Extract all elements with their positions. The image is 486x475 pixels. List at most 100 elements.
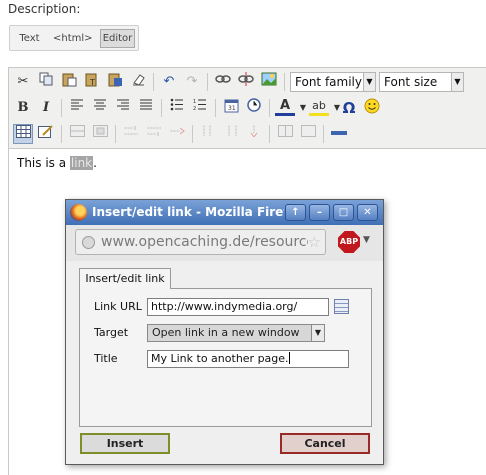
description-label: Description: bbox=[8, 2, 81, 16]
merge-cells-icon[interactable] bbox=[298, 124, 318, 144]
url-bar[interactable]: www.opencaching.de/resource ☆ bbox=[75, 229, 326, 255]
window-title: Insert/edit link - Mozilla Firefox bbox=[92, 205, 284, 219]
italic-icon[interactable]: I bbox=[36, 98, 56, 118]
redo-icon[interactable]: ↷ bbox=[182, 72, 202, 92]
font-family-select[interactable]: Font family ▼ bbox=[290, 72, 376, 92]
browse-list-icon[interactable] bbox=[334, 299, 349, 314]
numbered-list-icon[interactable]: 12 bbox=[190, 98, 210, 118]
toolbar-separator bbox=[284, 73, 285, 91]
copy-icon[interactable] bbox=[36, 72, 56, 92]
emoticon-icon[interactable] bbox=[362, 98, 382, 118]
insert-date-icon[interactable]: 31 bbox=[221, 98, 241, 118]
table-icon[interactable] bbox=[13, 124, 33, 144]
special-char-icon[interactable]: Ω bbox=[339, 98, 359, 118]
bookmark-star-icon[interactable]: ☆ bbox=[307, 233, 321, 251]
insert-link-popup-window: Insert/edit link - Mozilla Firefox ↑ – □… bbox=[65, 199, 384, 465]
title-label: Title bbox=[94, 352, 118, 365]
toolbar-separator bbox=[269, 125, 270, 143]
align-justify-icon[interactable] bbox=[136, 98, 156, 118]
toolbar-separator bbox=[207, 73, 208, 91]
toolbar-separator bbox=[153, 73, 154, 91]
highlight-color-icon[interactable]: ab bbox=[309, 97, 329, 116]
toolbar-separator bbox=[161, 99, 162, 117]
insert-time-icon[interactable] bbox=[244, 98, 264, 118]
align-left-icon[interactable] bbox=[67, 98, 87, 118]
url-text: www.opencaching.de/resource bbox=[101, 234, 316, 250]
undo-icon[interactable]: ↶ bbox=[159, 72, 179, 92]
link-properties-panel: Link URL http://www.indymedia.org/ Targe… bbox=[79, 288, 372, 427]
minimize-icon[interactable]: – bbox=[309, 204, 330, 221]
target-select[interactable]: Open link in a new window ▼ bbox=[147, 324, 325, 342]
toolbar-separator bbox=[192, 125, 193, 143]
editor-mode-toggle: Text <html> Editor bbox=[9, 25, 139, 51]
split-cells-icon[interactable] bbox=[275, 124, 295, 144]
title-input[interactable]: My Link to another page. bbox=[147, 350, 349, 368]
paste-text-icon[interactable]: T bbox=[82, 72, 102, 92]
mode-editor-button[interactable]: Editor bbox=[100, 29, 135, 48]
target-label: Target bbox=[94, 326, 129, 339]
bullet-list-icon[interactable] bbox=[167, 98, 187, 118]
svg-text:31: 31 bbox=[228, 105, 236, 112]
insert-row-before-icon[interactable] bbox=[121, 124, 141, 144]
cancel-button[interactable]: Cancel bbox=[280, 433, 370, 454]
table-row-icon[interactable] bbox=[67, 124, 87, 144]
cut-icon[interactable]: ✂ bbox=[13, 72, 33, 92]
link-url-label: Link URL bbox=[94, 300, 142, 313]
mode-html-button[interactable]: <html> bbox=[52, 29, 93, 48]
mode-text-button[interactable]: Text bbox=[15, 29, 44, 48]
paste-icon[interactable] bbox=[59, 72, 79, 92]
chevron-down-icon[interactable]: ▼ bbox=[363, 235, 370, 245]
globe-icon bbox=[82, 236, 95, 249]
insert-row-after-icon[interactable] bbox=[144, 124, 164, 144]
target-select-value: Open link in a new window bbox=[152, 326, 300, 339]
unlink-icon[interactable] bbox=[236, 72, 256, 92]
table-cell-icon[interactable] bbox=[90, 124, 110, 144]
title-input-value: My Link to another page. bbox=[151, 352, 289, 365]
delete-col-icon[interactable] bbox=[244, 124, 264, 144]
toolbar-separator bbox=[215, 99, 216, 117]
insert-button[interactable]: Insert bbox=[80, 433, 170, 454]
text-color-icon[interactable]: A bbox=[275, 97, 295, 116]
firefox-icon bbox=[70, 204, 87, 221]
toolbar-separator bbox=[269, 99, 270, 117]
font-size-select[interactable]: Font size ▼ bbox=[379, 72, 464, 92]
window-titlebar[interactable]: Insert/edit link - Mozilla Firefox ↑ – □… bbox=[66, 200, 383, 225]
adblock-plus-icon[interactable]: ABP bbox=[338, 231, 360, 253]
svg-text:2: 2 bbox=[193, 106, 196, 111]
delete-row-icon[interactable] bbox=[167, 124, 187, 144]
svg-text:1: 1 bbox=[193, 99, 196, 105]
paste-word-icon[interactable] bbox=[105, 72, 125, 92]
toolbar-separator bbox=[323, 125, 324, 143]
content-text-after: . bbox=[93, 156, 97, 170]
bold-icon[interactable]: B bbox=[13, 98, 33, 118]
toolbar-separator bbox=[61, 99, 62, 117]
editor-content[interactable]: This is a link. bbox=[17, 156, 97, 170]
align-center-icon[interactable] bbox=[90, 98, 110, 118]
close-icon[interactable]: ✕ bbox=[357, 204, 378, 221]
tab-insert-edit-link[interactable]: Insert/edit link bbox=[79, 268, 171, 289]
font-family-label: Font family bbox=[295, 75, 362, 89]
insert-col-before-icon[interactable] bbox=[198, 124, 218, 144]
window-up-icon[interactable]: ↑ bbox=[285, 204, 306, 221]
chevron-down-icon: ▼ bbox=[451, 73, 463, 91]
link-url-input[interactable]: http://www.indymedia.org/ bbox=[147, 298, 329, 316]
maximize-icon[interactable]: □ bbox=[333, 204, 354, 221]
font-size-label: Font size bbox=[384, 75, 438, 89]
align-right-icon[interactable] bbox=[113, 98, 133, 118]
link-icon[interactable] bbox=[213, 72, 233, 92]
cleanup-icon[interactable] bbox=[128, 72, 148, 92]
table-props-icon[interactable] bbox=[36, 124, 56, 144]
horizontal-rule-icon[interactable] bbox=[329, 124, 349, 144]
editor-toolbar: ✂ T ↶ ↷ Font family ▼ Font size ▼ B I 1 … bbox=[9, 68, 486, 149]
content-link[interactable]: link bbox=[69, 156, 94, 170]
svg-text:T: T bbox=[89, 78, 95, 87]
image-icon[interactable] bbox=[259, 72, 279, 92]
toolbar-separator bbox=[61, 125, 62, 143]
url-bar-row: www.opencaching.de/resource ☆ ABP ▼ bbox=[66, 225, 383, 261]
content-text-before: This is a bbox=[17, 156, 70, 170]
chevron-down-icon: ▼ bbox=[363, 73, 375, 91]
toolbar-separator bbox=[115, 125, 116, 143]
text-caret bbox=[288, 352, 290, 364]
chevron-down-icon: ▼ bbox=[311, 325, 324, 341]
insert-col-after-icon[interactable] bbox=[221, 124, 241, 144]
